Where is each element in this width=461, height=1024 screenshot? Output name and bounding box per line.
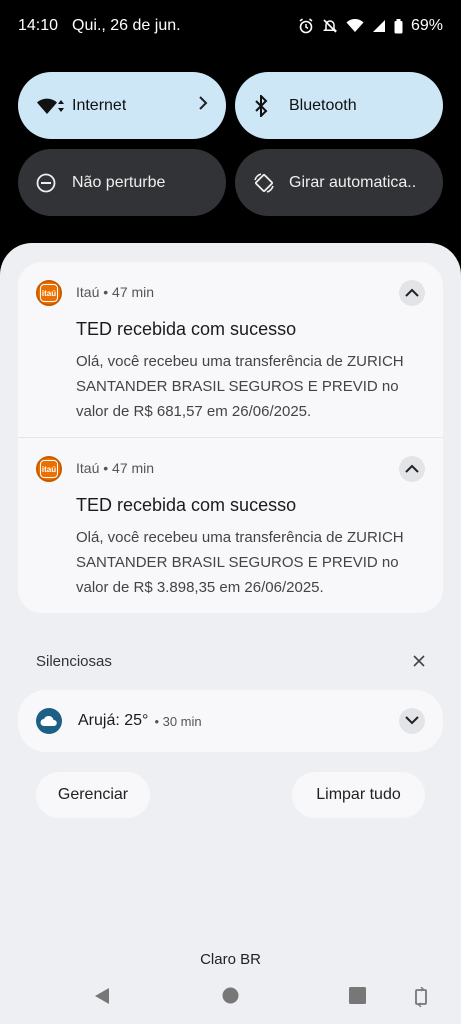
notification-title: TED recebida com sucesso [76, 495, 297, 515]
rotate-icon [253, 172, 283, 194]
weather-time: • 30 min [154, 713, 202, 729]
tile-rotate-label: Girar automatica.. [289, 173, 417, 191]
cloud-icon [36, 708, 62, 734]
silent-section-header: Silenciosas [36, 650, 425, 672]
carrier-label: Claro BR [200, 951, 261, 968]
notification-body: Olá, você recebeu uma transferência de Z… [76, 529, 404, 596]
home-icon[interactable] [222, 987, 239, 1009]
notification-title: TED recebida com sucesso [76, 319, 297, 339]
back-icon[interactable] [94, 987, 110, 1010]
bluetooth-icon [253, 94, 283, 117]
mute-icon [322, 18, 338, 34]
chevron-up-icon [405, 460, 419, 478]
silent-section-title: Silenciosas [36, 652, 112, 670]
tile-bluetooth[interactable]: Bluetooth [235, 72, 443, 139]
notification-meta: Itaú • 47 min [76, 284, 155, 300]
tile-rotate[interactable]: Girar automatica.. [235, 149, 443, 216]
itau-logo-text: itaú [40, 284, 58, 302]
battery-percent: 69% [410, 17, 443, 34]
battery-icon [394, 18, 403, 34]
chevron-up-icon [405, 284, 419, 302]
notification-card[interactable]: itaú Itaú • 47 min TED recebida com suce… [18, 262, 443, 437]
rotate-suggestion-icon[interactable] [413, 986, 429, 1012]
quick-settings: Internet Bluetooth Não perturbe Girar au… [18, 72, 443, 216]
manage-button[interactable]: Gerenciar [36, 772, 150, 818]
notification-card[interactable]: itaú Itaú • 47 min TED recebida com suce… [18, 438, 443, 613]
wifi-status-icon [346, 19, 364, 33]
close-icon[interactable] [413, 655, 425, 667]
itau-logo-text: itaú [40, 460, 58, 478]
chevron-right-icon[interactable] [198, 96, 208, 115]
chevron-down-icon [405, 712, 419, 730]
expand-button[interactable] [399, 708, 425, 734]
notification-group-itau[interactable]: itaú Itaú • 47 min TED recebida com suce… [18, 262, 443, 613]
tile-bluetooth-label: Bluetooth [289, 96, 357, 114]
notification-meta: Itaú • 47 min [76, 460, 155, 476]
clear-all-button[interactable]: Limpar tudo [292, 772, 425, 818]
itau-app-icon: itaú [36, 280, 62, 306]
tile-internet[interactable]: Internet [18, 72, 226, 139]
tile-dnd[interactable]: Não perturbe [18, 149, 226, 216]
weather-notification[interactable]: Arujá: 25° • 30 min [18, 690, 443, 752]
tile-internet-label: Internet [72, 96, 127, 114]
status-bar: 14:10 Qui., 26 de jun. 69% [0, 0, 461, 52]
weather-title: Arujá: 25° [78, 712, 149, 729]
wifi-icon [36, 96, 66, 116]
tile-dnd-label: Não perturbe [72, 173, 166, 191]
itau-app-icon: itaú [36, 456, 62, 482]
notification-body: Olá, você recebeu uma transferência de Z… [76, 353, 404, 420]
status-icons: 69% [298, 17, 443, 35]
signal-icon [372, 19, 386, 33]
dnd-icon [36, 173, 66, 193]
collapse-button[interactable] [399, 280, 425, 306]
alarm-icon [298, 18, 314, 34]
status-time: 14:10 [18, 17, 59, 34]
recents-icon[interactable] [349, 987, 366, 1009]
collapse-button[interactable] [399, 456, 425, 482]
navigation-bar [0, 982, 461, 1012]
status-date: Qui., 26 de jun. [72, 17, 181, 34]
